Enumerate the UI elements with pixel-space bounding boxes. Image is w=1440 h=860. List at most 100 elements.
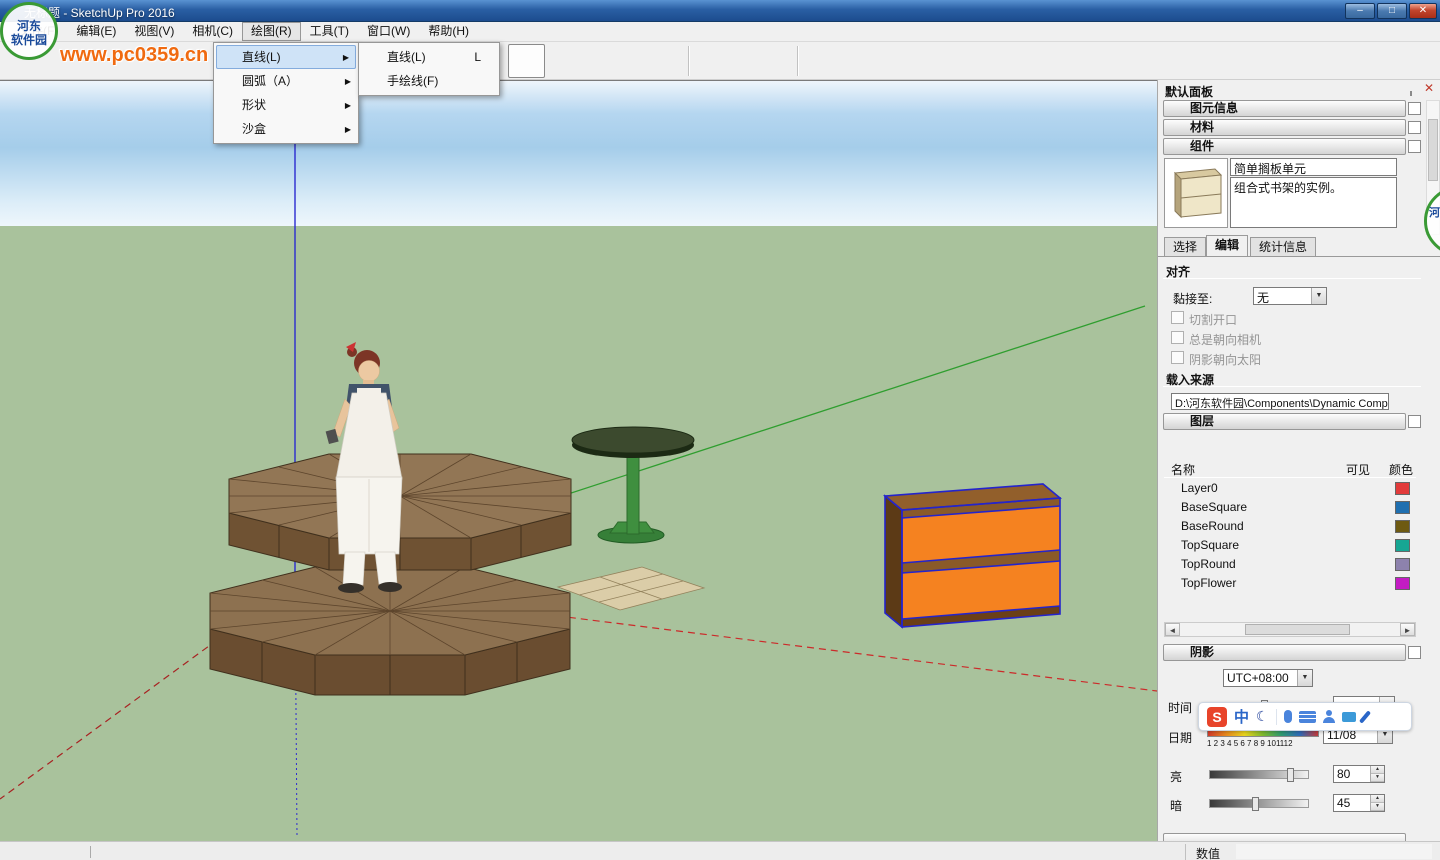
submenu-item-line[interactable]: 直线(L) L bbox=[359, 45, 499, 69]
layer-row[interactable]: BaseSquare bbox=[1164, 498, 1416, 517]
submenu-arrow-icon: ▶ bbox=[345, 70, 351, 94]
tab-statistics[interactable]: 统计信息 bbox=[1250, 237, 1316, 256]
entity-info-detach-box[interactable] bbox=[1408, 102, 1421, 115]
layers-detach-box[interactable] bbox=[1408, 415, 1421, 428]
component-description-field[interactable]: 组合式书架的实例。 bbox=[1230, 177, 1397, 228]
menu-view[interactable]: 视图(V) bbox=[125, 22, 183, 41]
menu-help[interactable]: 帮助(H) bbox=[419, 22, 478, 41]
layer-row[interactable]: TopFlower bbox=[1164, 574, 1416, 593]
menu-item-line[interactable]: 直线(L) ▶ bbox=[216, 45, 356, 69]
layers-visible-header[interactable]: 可见 bbox=[1346, 461, 1370, 478]
menu-bar: 文件(F) 编辑(E) 视图(V) 相机(C) 绘图(R) 工具(T) 窗口(W… bbox=[0, 22, 1440, 42]
light-slider[interactable] bbox=[1209, 770, 1309, 779]
layers-horizontal-scrollbar[interactable]: ◄ ► bbox=[1164, 622, 1416, 637]
slider-thumb[interactable] bbox=[1252, 797, 1259, 811]
submenu-item-freehand[interactable]: 手绘线(F) bbox=[359, 69, 499, 93]
layer-color-swatch[interactable] bbox=[1395, 558, 1410, 571]
divider bbox=[1276, 709, 1277, 725]
layer-name: Layer0 bbox=[1164, 481, 1218, 495]
layer-color-swatch[interactable] bbox=[1395, 539, 1410, 552]
light-label: 亮 bbox=[1170, 768, 1182, 785]
ime-logo-icon[interactable]: S bbox=[1207, 707, 1227, 727]
component-thumbnail[interactable] bbox=[1164, 158, 1228, 228]
rollup-shadows[interactable]: 阴影 bbox=[1163, 644, 1406, 661]
scrollbar-thumb[interactable] bbox=[1428, 119, 1438, 181]
panel-close-icon[interactable]: ✕ bbox=[1424, 82, 1434, 95]
menu-draw[interactable]: 绘图(R) bbox=[242, 22, 301, 41]
materials-detach-box[interactable] bbox=[1408, 121, 1421, 134]
close-button[interactable]: ✕ bbox=[1409, 3, 1437, 19]
moon-icon[interactable]: ☾ bbox=[1256, 708, 1269, 725]
spinner-arrows[interactable]: ▲▼ bbox=[1370, 766, 1384, 782]
chevron-down-icon[interactable]: ▼ bbox=[1297, 670, 1312, 686]
layers-color-header[interactable]: 颜色 bbox=[1389, 461, 1413, 478]
wrench-icon[interactable] bbox=[1359, 710, 1371, 723]
dark-label: 暗 bbox=[1170, 797, 1182, 814]
toolbar-button[interactable] bbox=[508, 44, 545, 78]
menu-tools[interactable]: 工具(T) bbox=[301, 22, 358, 41]
dark-slider[interactable] bbox=[1209, 799, 1309, 808]
chevron-down-icon[interactable]: ▼ bbox=[1311, 288, 1326, 304]
timezone-dropdown[interactable]: UTC+08:00▼ bbox=[1223, 669, 1313, 687]
component-name-field[interactable]: 简单搁板单元 bbox=[1230, 158, 1397, 176]
scene-canvas[interactable] bbox=[0, 81, 1157, 842]
load-source-path-field[interactable]: D:\河东软件园\Components\Dynamic Comp bbox=[1171, 393, 1389, 410]
layer-color-swatch[interactable] bbox=[1395, 520, 1410, 533]
submenu-arrow-icon: ▶ bbox=[345, 94, 351, 118]
layer-color-swatch[interactable] bbox=[1395, 501, 1410, 514]
spinner-arrows[interactable]: ▲▼ bbox=[1370, 795, 1384, 811]
menu-camera[interactable]: 相机(C) bbox=[183, 22, 242, 41]
scroll-left-icon[interactable]: ◄ bbox=[1165, 623, 1180, 636]
keyboard-icon[interactable] bbox=[1299, 711, 1316, 723]
watermark-logo-text: 河东 bbox=[3, 19, 55, 33]
face-camera-checkbox[interactable] bbox=[1171, 331, 1184, 344]
layer-color-swatch[interactable] bbox=[1395, 577, 1410, 590]
layer-row[interactable]: BaseRound bbox=[1164, 517, 1416, 536]
title-bar[interactable]: 无标题 - SketchUp Pro 2016 – □ ✕ bbox=[0, 0, 1440, 22]
menu-window[interactable]: 窗口(W) bbox=[358, 22, 419, 41]
maximize-button[interactable]: □ bbox=[1377, 3, 1407, 19]
statusbar-divider bbox=[1185, 844, 1186, 860]
sky bbox=[0, 81, 1157, 229]
rollup-components[interactable]: 组件 bbox=[1163, 138, 1406, 155]
menu-item-arc[interactable]: 圆弧（A） ▶ bbox=[214, 69, 358, 93]
bookshelf-component-selected[interactable] bbox=[885, 484, 1060, 627]
microphone-icon[interactable] bbox=[1284, 710, 1292, 723]
menu-item-sandbox[interactable]: 沙盒 ▶ bbox=[214, 117, 358, 141]
user-icon[interactable] bbox=[1323, 710, 1335, 723]
minimize-button[interactable]: – bbox=[1345, 3, 1375, 19]
layer-row[interactable]: TopRound bbox=[1164, 555, 1416, 574]
tab-edit[interactable]: 编辑 bbox=[1206, 235, 1248, 256]
cut-opening-checkbox[interactable] bbox=[1171, 311, 1184, 324]
measurements-input[interactable] bbox=[1236, 844, 1432, 859]
model-viewport[interactable] bbox=[0, 80, 1157, 841]
layers-name-header[interactable]: 名称 bbox=[1171, 461, 1195, 478]
toolbox-icon[interactable] bbox=[1342, 712, 1356, 722]
layer-color-swatch[interactable] bbox=[1395, 482, 1410, 495]
ime-toolbar[interactable]: S 中 ☾ bbox=[1198, 702, 1412, 731]
glue-to-dropdown[interactable]: 无▼ bbox=[1253, 287, 1327, 305]
rollup-materials[interactable]: 材料 bbox=[1163, 119, 1406, 136]
scroll-right-icon[interactable]: ► bbox=[1400, 623, 1415, 636]
components-detach-box[interactable] bbox=[1408, 140, 1421, 153]
shadows-detach-box[interactable] bbox=[1408, 646, 1421, 659]
light-spinner[interactable]: 80 ▲▼ bbox=[1333, 765, 1385, 783]
rollup-entity-info[interactable]: 图元信息 bbox=[1163, 100, 1406, 117]
menu-item-shapes[interactable]: 形状 ▶ bbox=[214, 93, 358, 117]
glue-to-label: 黏接至: bbox=[1173, 290, 1212, 307]
menu-item-label: 沙盒 bbox=[242, 122, 266, 136]
shadow-face-sun-checkbox[interactable] bbox=[1171, 351, 1184, 364]
rollup-layers[interactable]: 图层 bbox=[1163, 413, 1406, 430]
layer-name: BaseSquare bbox=[1164, 500, 1247, 514]
dark-spinner[interactable]: 45 ▲▼ bbox=[1333, 794, 1385, 812]
line-submenu-dropdown: 直线(L) L 手绘线(F) bbox=[358, 42, 500, 96]
menu-item-label: 手绘线(F) bbox=[387, 74, 438, 88]
layer-row[interactable]: TopSquare bbox=[1164, 536, 1416, 555]
menu-edit[interactable]: 编辑(E) bbox=[67, 22, 125, 41]
tab-select[interactable]: 选择 bbox=[1164, 237, 1206, 256]
scrollbar-thumb[interactable] bbox=[1245, 624, 1350, 635]
layer-row[interactable]: Layer0 bbox=[1164, 479, 1416, 498]
ime-language-icon[interactable]: 中 bbox=[1234, 706, 1249, 727]
slider-thumb[interactable] bbox=[1287, 768, 1294, 782]
menu-item-label: 直线(L) bbox=[242, 50, 281, 64]
